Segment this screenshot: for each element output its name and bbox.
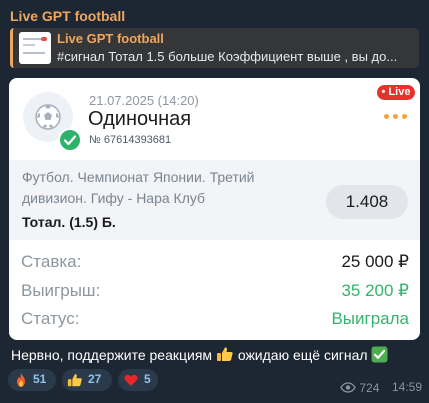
eye-icon — [340, 382, 356, 393]
bet-number: № 67614393681 — [89, 134, 172, 146]
message-text-part-2: ожидаю ещё сигнал — [237, 347, 368, 363]
winnings-value: 35 200 ₽ — [341, 281, 409, 300]
event-title-line-1: Футбол. Чемпионат Японии. Третий — [22, 169, 255, 185]
live-badge-label: Live — [388, 86, 411, 98]
event-title-line-2: дивизион. Гифу - Нара Клуб — [22, 190, 206, 206]
reaction-thumbs-up-count: 27 — [88, 372, 102, 386]
status-row: Статус: Выиграла — [21, 309, 409, 333]
heart-icon — [124, 374, 138, 386]
bet-card-header: 21.07.2025 (14:20) Одиночная № 676143936… — [9, 78, 420, 160]
reaction-fire[interactable]: 51 — [8, 369, 56, 391]
bet-card: 21.07.2025 (14:20) Одиночная № 676143936… — [9, 78, 420, 340]
event-section: Футбол. Чемпионат Японии. Третий дивизио… — [9, 160, 420, 240]
coefficient-pill: 1.408 — [326, 185, 408, 219]
thumbs-up-emoji-icon — [216, 345, 234, 366]
thumbs-up-icon — [67, 374, 82, 387]
winnings-row: Выигрыш: 35 200 ₽ — [21, 281, 409, 305]
more-options-icon[interactable] — [384, 110, 408, 122]
message-bubble: Live GPT football Live GPT football #сиг… — [0, 0, 429, 403]
reply-title: Live GPT football — [57, 31, 164, 46]
bet-date: 21.07.2025 (14:20) — [89, 93, 199, 108]
check-icon — [58, 128, 82, 152]
reply-thumbnail — [19, 32, 51, 64]
channel-name[interactable]: Live GPT football — [10, 8, 125, 24]
status-value: Выиграла — [331, 309, 409, 328]
views-counter: 724 — [340, 380, 379, 395]
fire-icon — [17, 373, 25, 387]
stake-value: 25 000 ₽ — [341, 252, 409, 271]
bet-type: Одиночная — [88, 108, 192, 130]
reaction-thumbs-up[interactable]: 27 — [62, 369, 112, 391]
views-count: 724 — [359, 380, 380, 395]
message-text: Нервно, поддержите реакциям ожидаю ещё с… — [11, 345, 421, 366]
winnings-label: Выигрыш: — [21, 281, 101, 300]
message-text-part-1: Нервно, поддержите реакциям — [11, 347, 213, 363]
live-badge: • Live — [377, 85, 415, 100]
reaction-fire-count: 51 — [33, 372, 47, 386]
status-label: Статус: — [21, 309, 80, 328]
reaction-heart[interactable]: 5 — [118, 369, 158, 391]
reaction-heart-count: 5 — [144, 372, 151, 386]
message-time: 14:59 — [392, 380, 423, 394]
stake-label: Ставка: — [21, 252, 82, 271]
reply-preview[interactable]: Live GPT football #сигнал Тотал 1.5 боль… — [10, 28, 419, 68]
check-mark-emoji-icon — [371, 346, 388, 366]
stake-row: Ставка: 25 000 ₽ — [21, 252, 409, 276]
reply-text: #сигнал Тотал 1.5 больше Коэффициент выш… — [57, 49, 398, 64]
bet-market: Тотал. (1.5) Б. — [22, 214, 116, 230]
